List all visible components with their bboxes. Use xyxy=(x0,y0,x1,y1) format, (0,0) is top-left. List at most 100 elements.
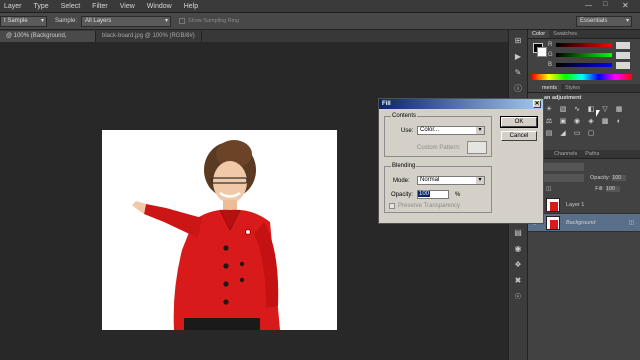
layers-lock-row: ◫ Fill: 100 xyxy=(528,183,640,194)
use-row: Use: Color... xyxy=(401,126,485,135)
history-icon[interactable]: ⊞ xyxy=(512,36,524,46)
tab-styles[interactable]: Styles xyxy=(561,84,584,92)
info-icon[interactable]: ⓘ xyxy=(512,84,524,94)
tab-adjustments[interactable]: ments xyxy=(528,84,561,92)
layers-blend-row: Opacity: 100 xyxy=(528,172,640,183)
color-slider-b[interactable]: B xyxy=(548,60,640,70)
show-sampling-ring-checkbox[interactable] xyxy=(179,18,186,24)
show-sampling-ring-label: Show Sampling Ring xyxy=(188,18,240,24)
levels-icon[interactable]: ▧ xyxy=(559,106,567,114)
adjustment-icons: ☀ ▧ ∿ ◧ ▽ ▦ ⚖ ▣ ◉ ◈ ▩ ◐ ▤ ◢ ▭ ▢ xyxy=(542,104,638,140)
document-image[interactable] xyxy=(102,130,337,330)
tab-swatches[interactable]: Swatches xyxy=(549,30,581,38)
channel-mixer-icon[interactable]: ◈ xyxy=(587,118,595,126)
lock-icon: ◫ xyxy=(628,219,634,226)
color-balance-icon[interactable]: ⚖ xyxy=(545,118,553,126)
use-select[interactable]: Color... xyxy=(417,126,485,135)
fill-label: Fill: xyxy=(595,185,604,192)
workspace-dropdown[interactable]: Essentials xyxy=(576,16,632,27)
layer-row-layer-1[interactable]: Layer 1 xyxy=(528,196,640,214)
fill-dialog: Fill ✕ Contents Use: Color... Custom Pat… xyxy=(378,98,544,224)
custom-pattern-label: Custom Pattern: xyxy=(417,144,461,151)
menu-type[interactable]: Type xyxy=(34,3,49,10)
slider-label: B xyxy=(548,62,553,68)
right-panels: Color Swatches R G B ments Styles an adj… xyxy=(528,30,640,360)
color-swatch-fg-bg[interactable] xyxy=(533,43,547,57)
slider-track[interactable] xyxy=(556,43,612,47)
layer-name[interactable]: Background xyxy=(566,220,595,226)
3d-icon[interactable]: ❖ xyxy=(512,260,524,270)
slider-value[interactable] xyxy=(616,41,630,49)
layer-name[interactable]: Layer 1 xyxy=(566,202,584,208)
use-label: Use: xyxy=(401,127,414,134)
sample-label: Sample: xyxy=(55,18,78,24)
slider-track[interactable] xyxy=(556,53,612,57)
gradient-map-icon[interactable]: ▭ xyxy=(573,130,581,138)
posterize-icon[interactable]: ▤ xyxy=(545,130,553,138)
opacity-value[interactable]: 100 xyxy=(612,174,627,181)
curves-icon[interactable]: ∿ xyxy=(573,106,581,114)
opacity-input[interactable]: 100 xyxy=(417,190,449,199)
close-icon[interactable]: ✕ xyxy=(533,100,541,108)
sample-dropdown[interactable]: All Layers xyxy=(81,15,172,27)
adjustments-title: an adjustment xyxy=(544,95,582,101)
layer-row-background[interactable]: ◉ Background ◫ xyxy=(528,214,640,232)
blend-mode-dropdown[interactable] xyxy=(544,173,584,182)
sample-size-dropdown[interactable]: t Sample xyxy=(0,15,47,27)
lock-icon[interactable]: ◫ xyxy=(546,186,551,192)
invert-icon[interactable]: ◐ xyxy=(615,118,623,126)
slider-track[interactable] xyxy=(556,63,612,67)
mode-select[interactable]: Normal xyxy=(417,176,485,185)
color-spectrum[interactable] xyxy=(532,74,632,80)
mode-label: Mode: xyxy=(393,177,410,184)
preserve-transparency-checkbox[interactable] xyxy=(389,203,395,209)
mask-icon[interactable]: ◉ xyxy=(512,244,524,254)
close-icon[interactable]: ✕ xyxy=(622,1,629,10)
options-bar: t Sample Sample: All Layers Show Samplin… xyxy=(0,13,640,30)
filter-kind-dropdown[interactable] xyxy=(544,162,584,171)
tab-blackboard-doc[interactable]: black-board.jpg @ 100% (RGB/8#) * × xyxy=(96,31,202,50)
custom-pattern-row: Custom Pattern: xyxy=(417,141,487,154)
ok-button[interactable]: OK xyxy=(500,116,538,128)
menu-filter[interactable]: Filter xyxy=(92,3,108,10)
minimize-icon[interactable]: — xyxy=(585,2,592,9)
cancel-button[interactable]: Cancel xyxy=(501,131,537,141)
hue-saturation-icon[interactable]: ▦ xyxy=(615,106,623,114)
maximize-icon[interactable]: □ xyxy=(603,1,607,8)
preserve-transparency-row: Preserve Transparency xyxy=(389,203,460,209)
vibrance-icon[interactable]: ▽ xyxy=(601,106,609,114)
tab-paths[interactable]: Paths xyxy=(581,150,603,158)
menu-help[interactable]: Help xyxy=(184,3,198,10)
color-panel-tabs: Color Swatches xyxy=(528,30,640,39)
color-slider-r[interactable]: R xyxy=(548,40,640,50)
measurement-icon[interactable]: ✖ xyxy=(512,276,524,286)
brightness-icon[interactable]: ☀ xyxy=(545,106,553,114)
menu-select[interactable]: Select xyxy=(61,3,80,10)
gear-icon[interactable]: ☉ xyxy=(512,292,524,302)
threshold-icon[interactable]: ◢ xyxy=(559,130,567,138)
menu-window[interactable]: Window xyxy=(147,3,172,10)
slider-value[interactable] xyxy=(616,51,630,59)
brush-preset-icon[interactable]: ✎ xyxy=(512,68,524,78)
color-lookup-icon[interactable]: ▩ xyxy=(601,118,609,126)
tab-channels[interactable]: Channels xyxy=(550,150,581,158)
color-slider-g[interactable]: G xyxy=(548,50,640,60)
contents-legend: Contents xyxy=(392,113,417,119)
selective-color-icon[interactable]: ▢ xyxy=(587,130,595,138)
photo-filter-icon[interactable]: ◉ xyxy=(573,118,581,126)
opacity-unit: % xyxy=(455,191,461,198)
timeline-icon[interactable]: ▤ xyxy=(512,228,524,238)
exposure-icon[interactable]: ◧ xyxy=(587,106,595,114)
preserve-transparency-label: Preserve Transparency xyxy=(398,203,461,209)
fill-value[interactable]: 100 xyxy=(605,185,620,192)
dialog-title-bar[interactable]: Fill ✕ xyxy=(379,99,543,109)
black-white-icon[interactable]: ▣ xyxy=(559,118,567,126)
play-action-icon[interactable]: ▶ xyxy=(512,52,524,62)
opacity-label: Opacity: xyxy=(590,174,611,181)
tab-background-doc[interactable]: @ 100% (Background, RGB/8*) * × xyxy=(0,31,96,50)
slider-value[interactable] xyxy=(616,61,630,69)
menu-layer[interactable]: Layer xyxy=(4,3,22,10)
custom-pattern-picker xyxy=(467,141,487,154)
tab-color[interactable]: Color xyxy=(528,30,550,38)
menu-view[interactable]: View xyxy=(120,3,135,10)
